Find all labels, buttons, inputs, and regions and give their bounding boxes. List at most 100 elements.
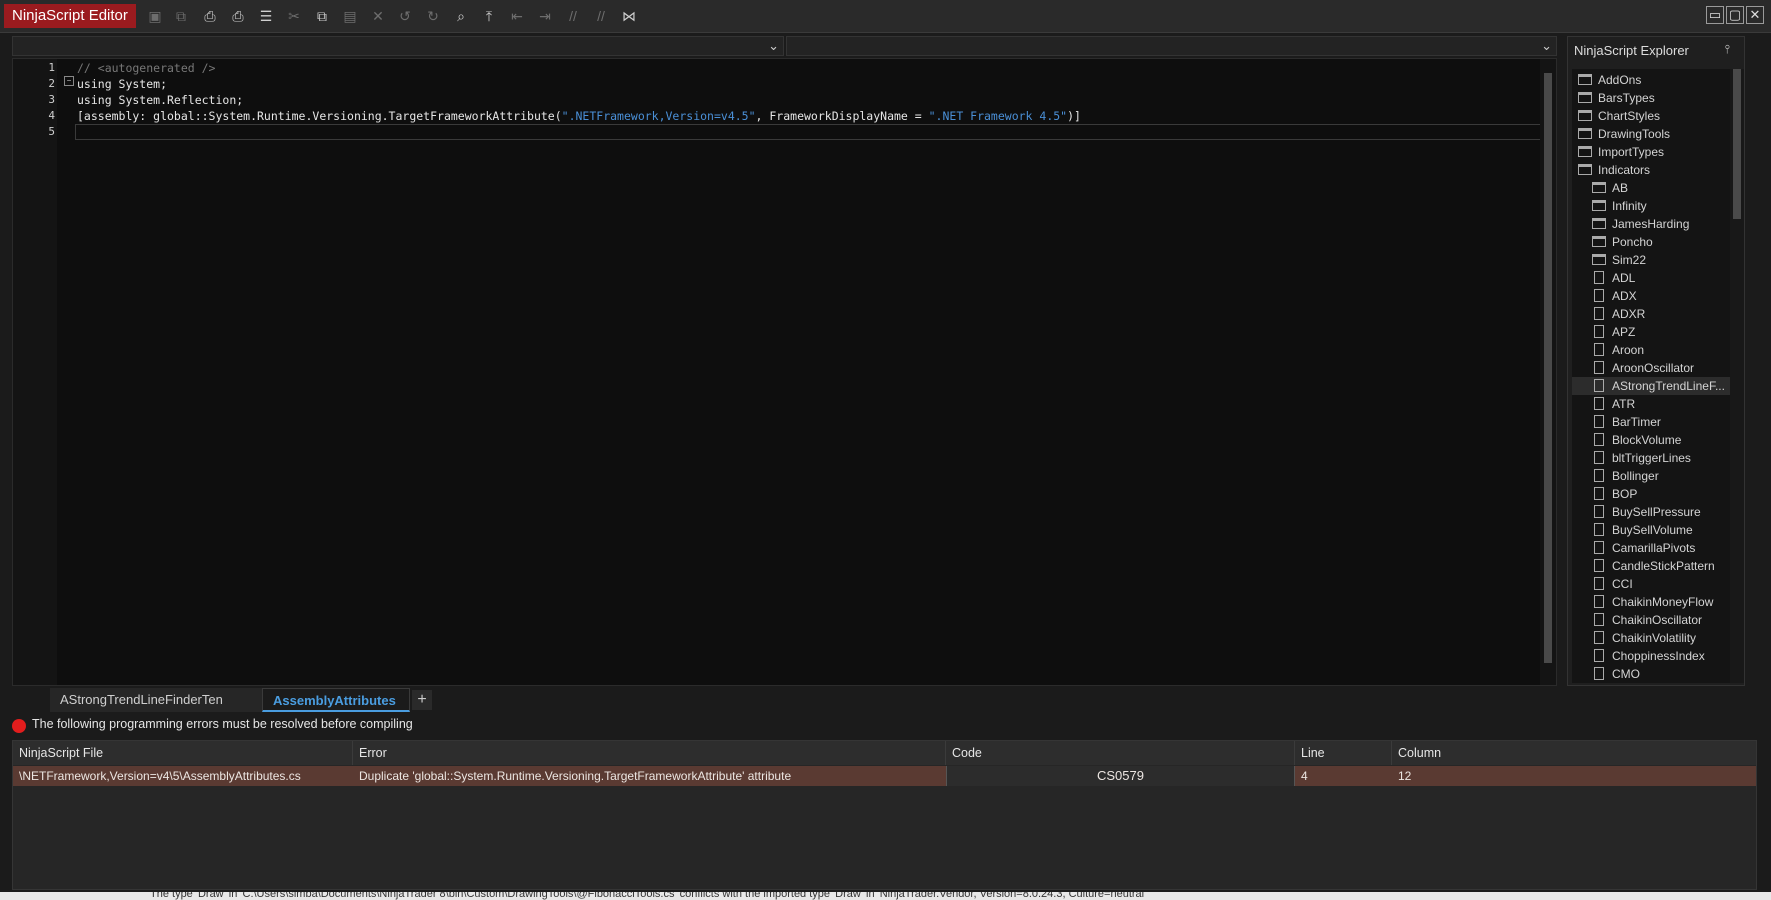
save-all-icon[interactable]: ⧉ <box>172 7 190 25</box>
pin-icon[interactable]: ⫯ <box>1725 42 1730 57</box>
member-dropdown[interactable]: ⌄ <box>786 36 1557 56</box>
collapse-toggle-icon[interactable]: − <box>64 76 74 86</box>
save-icon[interactable]: ▣ <box>146 7 164 25</box>
redo-icon[interactable]: ↻ <box>424 7 442 25</box>
file-icon <box>1594 307 1604 320</box>
tree-folder[interactable]: Infinity <box>1572 197 1736 215</box>
app-title: NinjaScript Editor <box>4 4 136 28</box>
tree-folder[interactable]: Sim22 <box>1572 251 1736 269</box>
minimize-button[interactable]: ▭ <box>1706 6 1724 24</box>
title-bar: NinjaScript Editor ▣ ⧉ ⎙ ⎙ ☰ ✂ ⧉ ▤ ✕ ↺ ↻… <box>0 0 1771 33</box>
tree-item-label: CCI <box>1612 577 1633 591</box>
tree-file[interactable]: BarTimer <box>1572 413 1736 431</box>
tree-file[interactable]: BOP <box>1572 485 1736 503</box>
tree-file[interactable]: BlockVolume <box>1572 431 1736 449</box>
tree-file[interactable]: ChaikinMoneyFlow <box>1572 593 1736 611</box>
tree-file[interactable]: AroonOscillator <box>1572 359 1736 377</box>
explorer-scrollbar[interactable] <box>1730 69 1744 683</box>
tree-folder[interactable]: JamesHarding <box>1572 215 1736 233</box>
file-icon <box>1594 649 1604 662</box>
tree-file[interactable]: CMO <box>1572 665 1736 683</box>
paste-icon[interactable]: ▤ <box>341 7 359 25</box>
insert-icon[interactable]: ⤒ <box>480 7 498 25</box>
cell-column: 12 <box>1398 769 1412 783</box>
column-header-column[interactable]: Column <box>1392 741 1756 765</box>
tree-folder[interactable]: DrawingTools <box>1572 125 1736 143</box>
close-button[interactable]: ✕ <box>1746 6 1764 24</box>
outer-scrollbar[interactable] <box>1748 36 1768 686</box>
maximize-button[interactable]: ▢ <box>1726 6 1744 24</box>
tree-file[interactable]: AStrongTrendLineF... <box>1572 377 1736 395</box>
outdent-icon[interactable]: ⇤ <box>508 7 526 25</box>
indent-icon[interactable]: ⇥ <box>536 7 554 25</box>
type-dropdown[interactable]: ⌄ <box>12 36 784 56</box>
editor-scrollbar[interactable] <box>1540 59 1556 685</box>
print-preview-icon[interactable]: ⎙ <box>229 7 247 25</box>
tree-item-label: CMO <box>1612 667 1640 681</box>
file-icon <box>1594 541 1604 554</box>
tree-file[interactable]: Bollinger <box>1572 467 1736 485</box>
tree-folder[interactable]: Indicators <box>1572 161 1736 179</box>
folder-icon <box>1592 182 1606 193</box>
tab-assemblyattributes[interactable]: AssemblyAttributes <box>262 688 410 712</box>
scrollbar-thumb[interactable] <box>1733 69 1741 219</box>
code-string: ".NETFramework,Version=v4.5" <box>561 109 756 123</box>
tree-folder[interactable]: BarsTypes <box>1572 89 1736 107</box>
tree-folder[interactable]: AB <box>1572 179 1736 197</box>
file-icon <box>1594 469 1604 482</box>
tree-file[interactable]: ChoppinessIndex <box>1572 647 1736 665</box>
tree-file[interactable]: bltTriggerLines <box>1572 449 1736 467</box>
cut-icon[interactable]: ✂ <box>285 7 303 25</box>
tree-file[interactable]: BuySellPressure <box>1572 503 1736 521</box>
file-icon <box>1594 559 1604 572</box>
column-header-code[interactable]: Code <box>946 741 1295 765</box>
folder-icon <box>1578 74 1592 85</box>
print-icon[interactable]: ⎙ <box>201 7 219 25</box>
find-icon[interactable]: ⌕ <box>452 7 470 25</box>
scrollbar-thumb[interactable] <box>1544 73 1552 663</box>
tab-astrongtrendlinefinderten[interactable]: AStrongTrendLineFinderTen <box>50 688 262 712</box>
tree-file[interactable]: CCI <box>1572 575 1736 593</box>
tree-folder[interactable]: ImportTypes <box>1572 143 1736 161</box>
tree-item-label: Sim22 <box>1612 253 1647 267</box>
copy-icon[interactable]: ⧉ <box>313 7 331 25</box>
uncomment-icon[interactable]: // <box>592 7 610 25</box>
code-editor[interactable]: 1 2 3 4 5 − // <autogenerated /> using S… <box>12 58 1557 686</box>
current-line-highlight <box>75 124 1552 140</box>
error-status-icon <box>12 719 26 733</box>
column-header-line[interactable]: Line <box>1295 741 1392 765</box>
chevron-down-icon: ⌄ <box>1541 38 1552 53</box>
tree-folder[interactable]: AddOns <box>1572 71 1736 89</box>
tree-file[interactable]: Aroon <box>1572 341 1736 359</box>
tree-item-label: ChaikinVolatility <box>1612 631 1697 645</box>
add-tab-button[interactable]: + <box>412 690 432 710</box>
file-icon <box>1594 271 1604 284</box>
tree-folder[interactable]: ChartStyles <box>1572 107 1736 125</box>
undo-icon[interactable]: ↺ <box>396 7 414 25</box>
column-header-error[interactable]: Error <box>353 741 946 765</box>
chevron-down-icon: ⌄ <box>768 38 779 53</box>
column-header-file[interactable]: NinjaScript File <box>13 741 353 765</box>
tree-file[interactable]: ChaikinVolatility <box>1572 629 1736 647</box>
tree-file[interactable]: ADXR <box>1572 305 1736 323</box>
visual-studio-icon[interactable]: ⋈ <box>620 7 638 25</box>
tree-item-label: AStrongTrendLineF... <box>1612 379 1725 393</box>
tree-file[interactable]: ADX <box>1572 287 1736 305</box>
delete-icon[interactable]: ✕ <box>369 7 387 25</box>
tree-folder[interactable]: Poncho <box>1572 233 1736 251</box>
tree-file[interactable]: ATR <box>1572 395 1736 413</box>
tree-file[interactable]: CamarillaPivots <box>1572 539 1736 557</box>
tree-file[interactable]: CandleStickPattern <box>1572 557 1736 575</box>
file-icon <box>1594 667 1604 680</box>
table-row[interactable]: \NETFramework,Version=v4\5\AssemblyAttri… <box>13 766 1756 786</box>
tree-file[interactable]: ADL <box>1572 269 1736 287</box>
tree-file[interactable]: BuySellVolume <box>1572 521 1736 539</box>
tree-item-label: DrawingTools <box>1598 127 1671 141</box>
explorer-tree[interactable]: AddOns BarsTypes ChartStyles DrawingTools Im… <box>1572 69 1740 683</box>
template-icon[interactable]: ☰ <box>257 7 275 25</box>
line-number: 2 <box>48 77 55 90</box>
tree-item-label: ADXR <box>1612 307 1646 321</box>
comment-icon[interactable]: // <box>564 7 582 25</box>
tree-file[interactable]: ChaikinOscillator <box>1572 611 1736 629</box>
tree-file[interactable]: APZ <box>1572 323 1736 341</box>
